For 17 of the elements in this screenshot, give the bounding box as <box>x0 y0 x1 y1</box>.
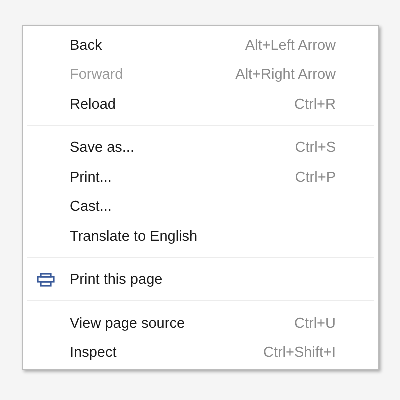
shortcut-text: Ctrl+R <box>294 96 336 113</box>
shortcut-text: Ctrl+U <box>294 316 336 332</box>
menu-item[interactable]: Back Alt+Left Arrow <box>23 31 378 60</box>
shortcut-text: Alt+Left Arrow <box>245 38 336 54</box>
printer-icon <box>37 273 55 288</box>
menu-item[interactable]: Reload Ctrl+R <box>23 90 378 120</box>
shortcut-text: Ctrl+Shift+I <box>263 345 336 362</box>
shortcut-text: Ctrl+S <box>295 140 336 156</box>
menu-item[interactable]: Print... Ctrl+P <box>23 163 378 192</box>
menu-item[interactable]: View page source Ctrl+U <box>23 309 378 338</box>
menu-item[interactable]: Save as... Ctrl+S <box>23 134 378 163</box>
menu-item[interactable]: Translate to English <box>23 222 378 252</box>
menu-item[interactable]: Cast... <box>23 192 378 222</box>
menu-item[interactable]: Inspect Ctrl+Shift+I <box>23 338 378 368</box>
menu-item[interactable]: Print this page <box>23 266 378 295</box>
shortcut-text: Ctrl+P <box>295 170 336 186</box>
shortcut-text: Alt+Right Arrow <box>236 67 336 84</box>
